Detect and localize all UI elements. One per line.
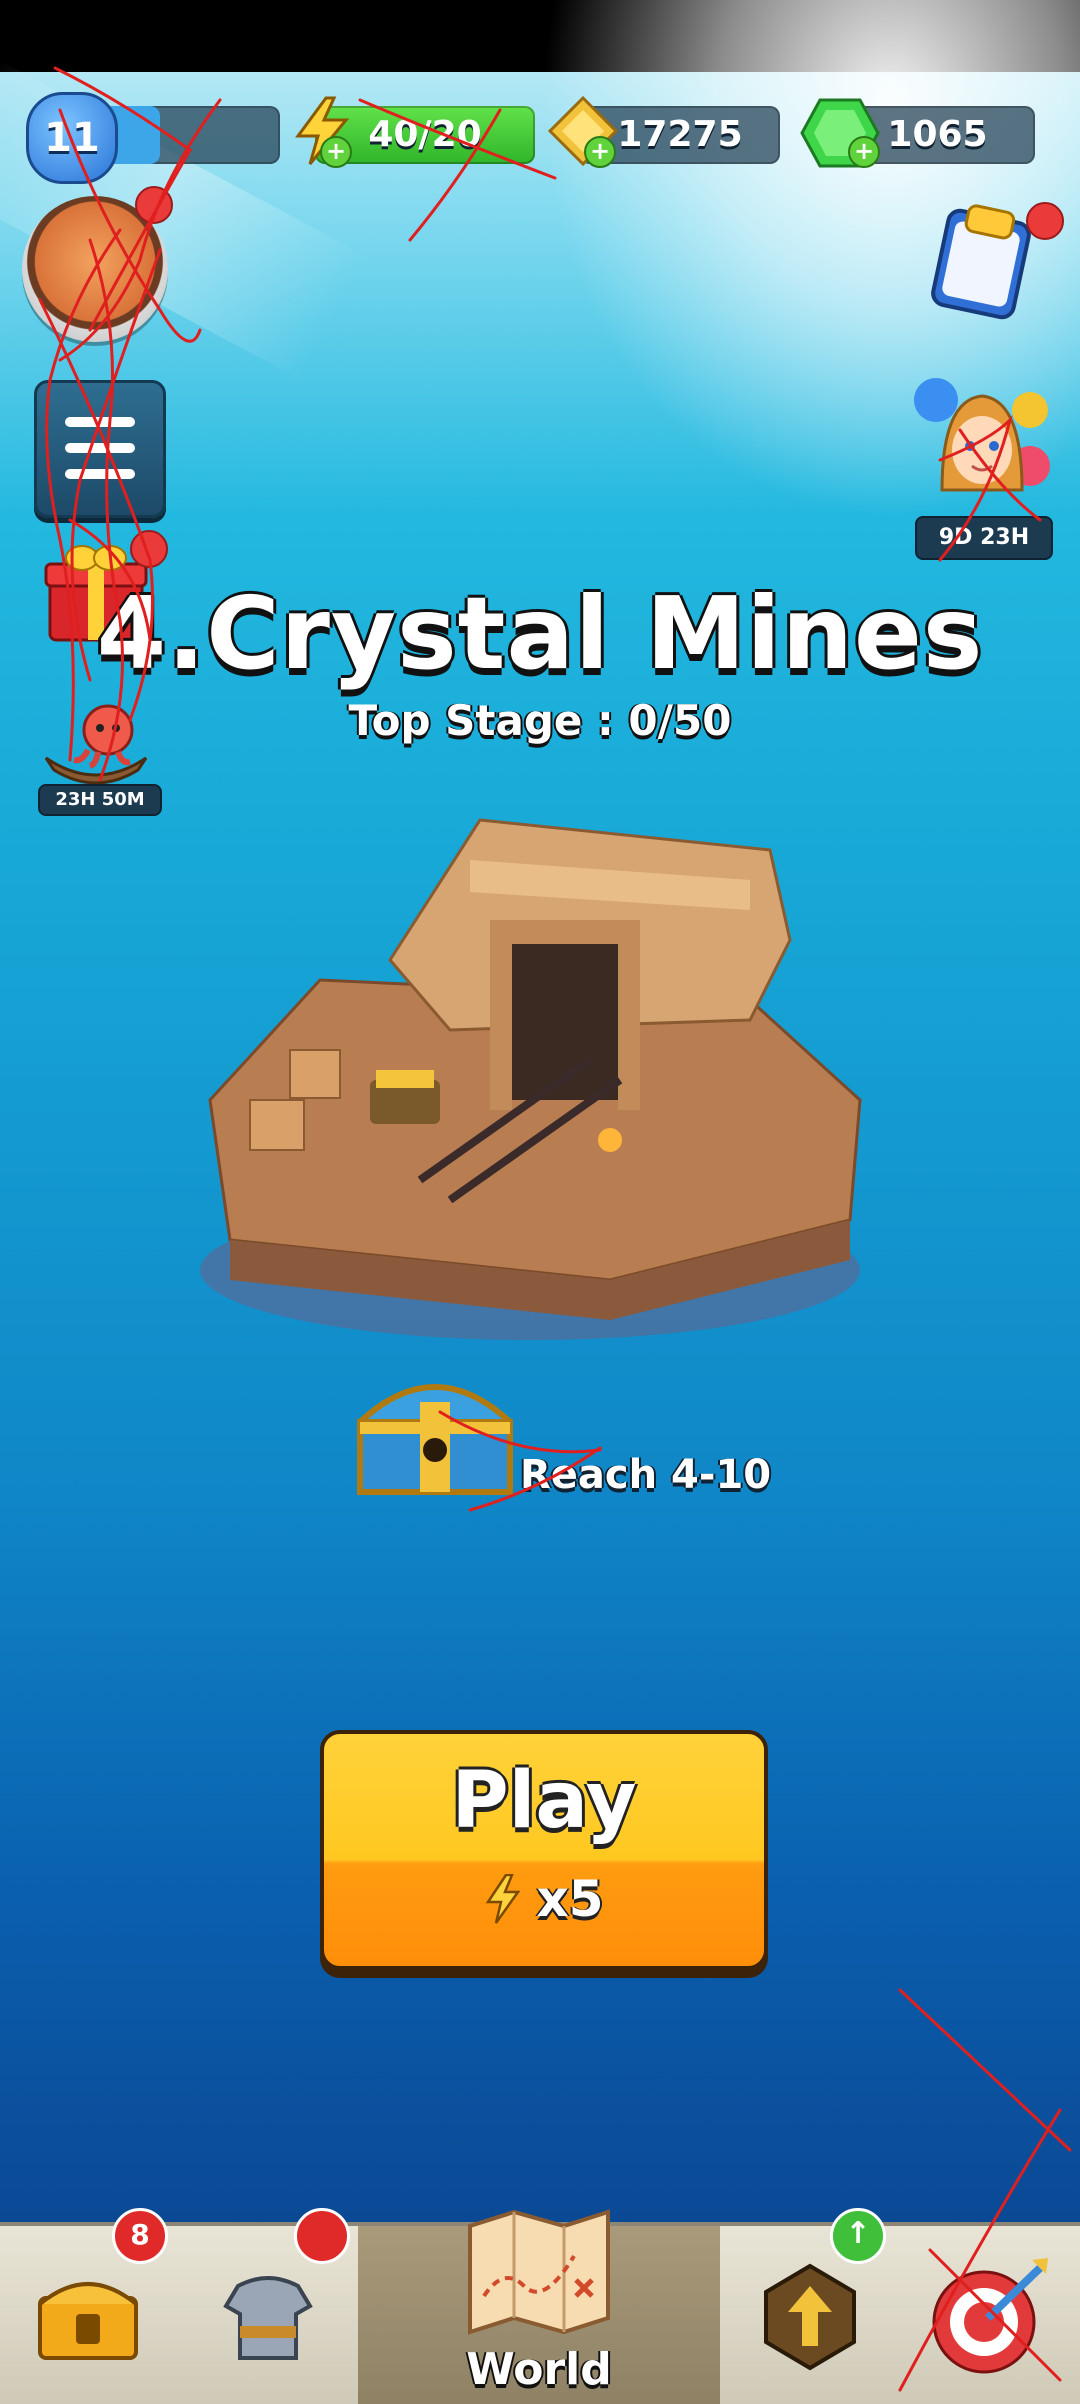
bottom-navigation: 8 World ↑	[0, 2208, 1080, 2404]
chest-icon	[38, 2282, 138, 2360]
armor-icon	[223, 2276, 313, 2360]
treasure-chest-icon[interactable]	[350, 1362, 520, 1512]
play-cost-value: x5	[536, 1870, 604, 1928]
top-stage-label: Top Stage : 0/50	[348, 696, 732, 745]
play-cost: x5	[324, 1870, 764, 1928]
nav-tab-world[interactable]: World	[358, 2209, 723, 2404]
gift-notification-dot	[130, 530, 168, 568]
menu-line	[65, 469, 135, 479]
gem-plus-icon[interactable]: +	[848, 136, 880, 168]
crystal-mines-island[interactable]	[190, 800, 870, 1360]
equipment-shirt-badge-icon	[294, 2208, 350, 2264]
play-button[interactable]: Play x5	[320, 1730, 768, 1970]
play-button-label: Play	[451, 1756, 637, 1846]
avatar-notification-dot	[135, 186, 173, 224]
nav-tab-upgrade[interactable]: ↑	[720, 2208, 903, 2404]
energy-plus-icon[interactable]: +	[320, 136, 352, 168]
menu-button[interactable]	[34, 380, 166, 518]
event-character-icon[interactable]	[912, 370, 1052, 520]
coin-plus-icon[interactable]: +	[584, 136, 616, 168]
octopus-timer: 23H 50M	[38, 784, 162, 816]
world-map-icon	[468, 2209, 610, 2335]
menu-line	[65, 443, 135, 453]
world-tab-label: World	[466, 2344, 612, 2395]
nav-tab-equipment[interactable]	[178, 2208, 361, 2404]
player-level-badge[interactable]: 11	[26, 92, 118, 184]
hamburger-menu-icon	[65, 417, 135, 427]
chest-goal-label: Reach 4-10	[520, 1452, 772, 1498]
event-timer: 9D 23H	[915, 516, 1053, 560]
quest-notification-dot	[1026, 202, 1064, 240]
world-title: 4.Crystal Mines	[96, 575, 984, 692]
energy-bolt-icon	[486, 1874, 521, 1924]
upgrade-arrow-icon	[764, 2263, 856, 2371]
chest-count-badge: 8	[112, 2208, 168, 2264]
target-dart-icon	[932, 2258, 1048, 2374]
quest-scroll-icon[interactable]	[918, 196, 1044, 322]
upgrade-available-badge-icon: ↑	[830, 2208, 886, 2264]
nav-tab-targets[interactable]	[900, 2226, 1080, 2404]
nav-tab-chests[interactable]: 8	[0, 2208, 181, 2404]
